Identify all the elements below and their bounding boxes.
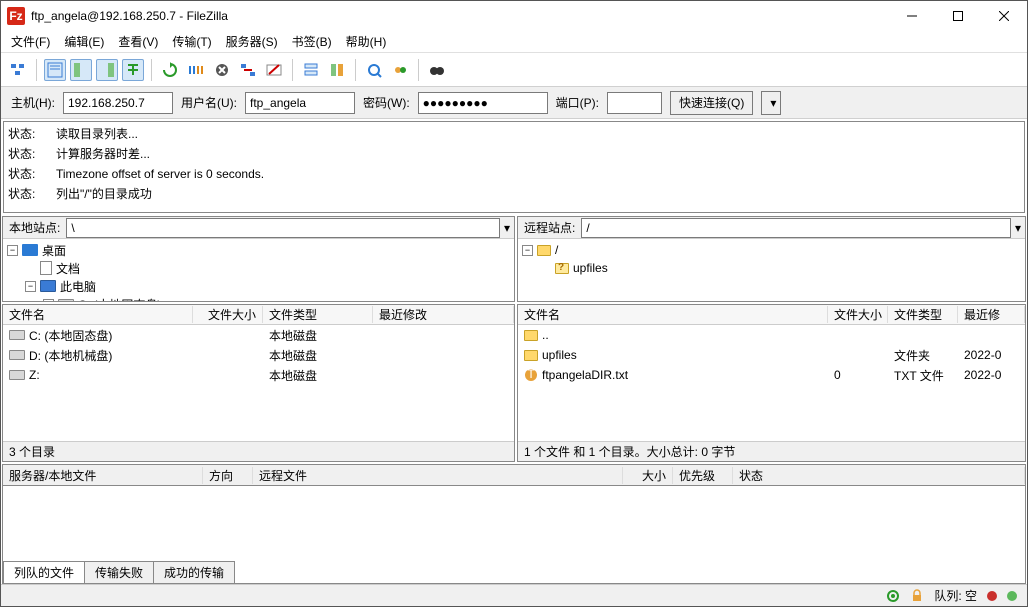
quickconnect-bar: 主机(H): 用户名(U): 密码(W): 端口(P): 快速连接(Q) ▾ — [1, 87, 1027, 119]
menu-bookmarks[interactable]: 书签(B) — [292, 33, 332, 50]
log-row: 状态:Timezone offset of server is 0 second… — [8, 164, 1020, 184]
tree-item: +C: (本地固态盘) — [7, 295, 510, 301]
close-button[interactable] — [981, 1, 1027, 31]
local-status: 3 个目录 — [3, 441, 514, 461]
tree-item: −/ — [522, 241, 1021, 259]
reconnect-icon[interactable] — [263, 59, 285, 81]
log-row: 状态:读取目录列表... — [8, 124, 1020, 144]
menu-file[interactable]: 文件(F) — [11, 33, 50, 50]
toggle-log-icon[interactable] — [44, 59, 66, 81]
tree-item: 文档 — [7, 259, 510, 277]
txt-icon: T — [524, 368, 538, 382]
host-input[interactable] — [63, 92, 173, 114]
local-path-input[interactable] — [66, 218, 500, 238]
dropdown-icon[interactable]: ▾ — [1011, 221, 1025, 235]
app-window: Fz ftp_angela@192.168.250.7 - FileZilla … — [0, 0, 1028, 607]
refresh-icon[interactable] — [159, 59, 181, 81]
h-scrollbar[interactable] — [518, 427, 1025, 441]
list-item: Z:本地磁盘 — [3, 365, 514, 385]
tree-item: upfiles — [522, 259, 1021, 277]
maximize-button[interactable] — [935, 1, 981, 31]
menu-view[interactable]: 查看(V) — [118, 33, 158, 50]
user-label: 用户名(U): — [181, 94, 237, 111]
port-label: 端口(P): — [556, 94, 599, 111]
app-icon: Fz — [7, 7, 25, 25]
local-file-list[interactable]: C: (本地固态盘)本地磁盘 D: (本地机械盘)本地磁盘 Z:本地磁盘 — [3, 325, 514, 441]
log-row: 状态:列出"/"的目录成功 — [8, 184, 1020, 204]
port-input[interactable] — [607, 92, 662, 114]
toggle-queue-icon[interactable] — [122, 59, 144, 81]
folder-icon — [524, 350, 538, 361]
menubar: 文件(F) 编辑(E) 查看(V) 传输(T) 服务器(S) 书签(B) 帮助(… — [1, 31, 1027, 53]
pass-label: 密码(W): — [363, 94, 410, 111]
folder-unknown-icon — [555, 263, 569, 274]
tree-item: −桌面 — [7, 241, 510, 259]
menu-transfer[interactable]: 传输(T) — [172, 33, 211, 50]
pass-input[interactable] — [418, 92, 548, 114]
lock-icon[interactable] — [910, 589, 924, 603]
titlebar: Fz ftp_angela@192.168.250.7 - FileZilla — [1, 1, 1027, 31]
quickconnect-dropdown[interactable]: ▾ — [761, 91, 781, 115]
drive-icon — [9, 330, 25, 340]
list-item: D: (本地机械盘)本地磁盘 — [3, 345, 514, 365]
remote-tree[interactable]: −/ upfiles — [518, 239, 1025, 301]
minimize-button[interactable] — [889, 1, 935, 31]
tab-success[interactable]: 成功的传输 — [153, 561, 235, 583]
toolbar — [1, 53, 1027, 87]
cancel-icon[interactable] — [211, 59, 233, 81]
local-list-header: 文件名 文件大小 文件类型 最近修改 — [3, 305, 514, 325]
queue-status: 队列: 空 — [934, 587, 977, 604]
tab-failed[interactable]: 传输失败 — [84, 561, 154, 583]
folder-icon — [537, 245, 551, 256]
compare-icon[interactable] — [326, 59, 348, 81]
binoculars-icon[interactable] — [426, 59, 448, 81]
remote-site-label: 远程站点: — [518, 219, 581, 236]
dropdown-icon[interactable]: ▾ — [500, 221, 514, 235]
message-log[interactable]: 状态:读取目录列表... 状态:计算服务器时差... 状态:Timezone o… — [3, 121, 1025, 213]
queue-body[interactable] — [2, 486, 1026, 560]
menu-help[interactable]: 帮助(H) — [346, 33, 387, 50]
log-row: 状态:计算服务器时差... — [8, 144, 1020, 164]
quickconnect-button[interactable]: 快速连接(Q) — [670, 91, 753, 115]
toggle-localtree-icon[interactable] — [70, 59, 92, 81]
local-tree[interactable]: −桌面 文档 −此电脑 +C: (本地固态盘) — [3, 239, 514, 301]
document-icon — [40, 261, 52, 275]
user-input[interactable] — [245, 92, 355, 114]
status-dot-icon — [987, 591, 997, 601]
desktop-icon — [22, 244, 38, 256]
disconnect-icon[interactable] — [237, 59, 259, 81]
pc-icon — [40, 280, 56, 292]
drive-icon — [9, 350, 25, 360]
toggle-remotetree-icon[interactable] — [96, 59, 118, 81]
sitemanager-icon[interactable] — [7, 59, 29, 81]
process-queue-icon[interactable] — [185, 59, 207, 81]
list-item: TftpangelaDIR.txt0TXT 文件2022-0 — [518, 365, 1025, 385]
local-site-label: 本地站点: — [3, 219, 66, 236]
status-dot-icon — [1007, 591, 1017, 601]
drive-icon — [58, 299, 74, 301]
drive-icon — [9, 370, 25, 380]
list-item: .. — [518, 325, 1025, 345]
remote-list-header: 文件名 文件大小 文件类型 最近修 — [518, 305, 1025, 325]
queue-tabs: 列队的文件 传输失败 成功的传输 — [2, 560, 1026, 584]
tab-queued[interactable]: 列队的文件 — [3, 561, 85, 583]
window-title: ftp_angela@192.168.250.7 - FileZilla — [31, 9, 889, 23]
statusbar: 队列: 空 — [1, 584, 1027, 606]
folder-icon — [524, 330, 538, 341]
menu-edit[interactable]: 编辑(E) — [64, 33, 104, 50]
tree-item: −此电脑 — [7, 277, 510, 295]
remote-file-list[interactable]: .. upfiles文件夹2022-0 TftpangelaDIR.txt0TX… — [518, 325, 1025, 427]
host-label: 主机(H): — [11, 94, 55, 111]
list-item: upfiles文件夹2022-0 — [518, 345, 1025, 365]
gear-icon[interactable] — [886, 589, 900, 603]
remote-path-input[interactable] — [581, 218, 1011, 238]
filter-icon[interactable] — [300, 59, 322, 81]
sync-browse-icon[interactable] — [363, 59, 385, 81]
remote-status: 1 个文件 和 1 个目录。大小总计: 0 字节 — [518, 441, 1025, 461]
list-item: C: (本地固态盘)本地磁盘 — [3, 325, 514, 345]
menu-server[interactable]: 服务器(S) — [226, 33, 278, 50]
search-remote-icon[interactable] — [389, 59, 411, 81]
queue-header: 服务器/本地文件 方向 远程文件 大小 优先级 状态 — [2, 464, 1026, 486]
svg-text:T: T — [527, 368, 535, 381]
